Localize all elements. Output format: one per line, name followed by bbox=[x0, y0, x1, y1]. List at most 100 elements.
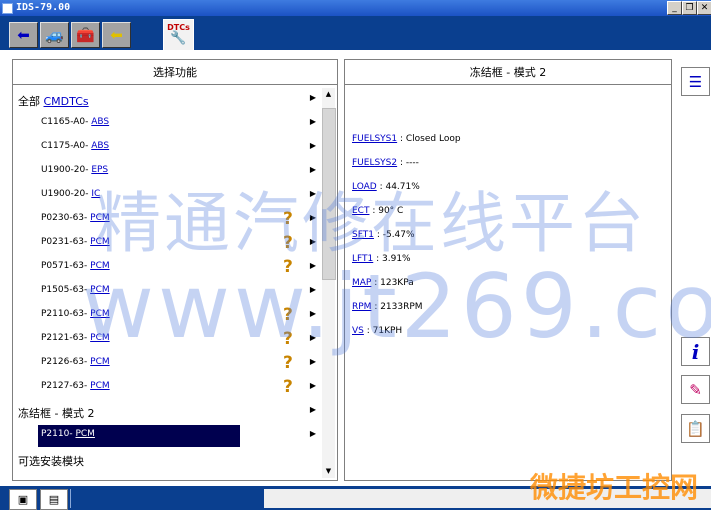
pid-name[interactable]: RPM bbox=[352, 302, 371, 312]
dtc-row[interactable]: P0230-63- PCM? ▶ bbox=[13, 208, 321, 232]
scroll-up-button[interactable]: ▲ bbox=[322, 88, 335, 101]
pid-name[interactable]: FUELSYS2 bbox=[352, 158, 397, 168]
category-row[interactable]: 冻结框 - 模式 2 ▶ bbox=[13, 400, 321, 424]
title-bar: IDS-79.00 _ ❐ ✕ bbox=[0, 0, 711, 16]
dtc-code: P2126-63- bbox=[41, 357, 91, 367]
document-button[interactable]: ▤ bbox=[40, 489, 68, 510]
row-label: 冻结框 - 模式 2 bbox=[18, 405, 94, 421]
dtc-code: C1165-A0- bbox=[41, 117, 92, 127]
module-link[interactable]: CMDTCs bbox=[44, 95, 89, 108]
module-link[interactable]: PCM bbox=[90, 213, 109, 223]
vehicle-icon: 🚙 bbox=[45, 26, 64, 44]
list-scrollbar[interactable]: ▲ ▼ bbox=[322, 88, 336, 478]
freeze-frame-panel: 冻结框 - 模式 2 FUELSYS1 : Closed Loop FUELSYS… bbox=[344, 59, 672, 481]
module-link[interactable]: PCM bbox=[90, 237, 109, 247]
category-row[interactable]: 全部 CMDTCs ▶ bbox=[13, 88, 321, 112]
module-link[interactable]: PCM bbox=[75, 429, 94, 439]
pid-name[interactable]: FUELSYS1 bbox=[352, 134, 397, 144]
dtc-row[interactable]: P0571-63- PCM? ▶ bbox=[13, 256, 321, 280]
info-icon: i bbox=[691, 339, 700, 364]
module-link[interactable]: EPS bbox=[91, 165, 108, 175]
expand-arrow-icon[interactable]: ▶ bbox=[310, 117, 316, 126]
toolbar: ⬅ 🚙 🧰 ⬅ DTCs 🔧 bbox=[0, 16, 711, 50]
expand-arrow-icon[interactable]: ▶ bbox=[310, 93, 316, 102]
restore-button[interactable]: ❐ bbox=[682, 1, 697, 15]
close-button[interactable]: ✕ bbox=[697, 1, 711, 15]
expand-arrow-icon[interactable]: ▶ bbox=[310, 237, 316, 246]
expand-arrow-icon[interactable]: ▶ bbox=[310, 333, 316, 342]
category-row[interactable]: 可选安装模块 bbox=[13, 448, 321, 472]
dtc-row[interactable]: P2127-63- PCM? ▶ bbox=[13, 376, 321, 400]
question-icon: ? bbox=[283, 329, 293, 349]
scroll-down-button[interactable]: ▼ bbox=[322, 465, 335, 478]
expand-arrow-icon[interactable]: ▶ bbox=[310, 405, 316, 414]
vehicle-info-button[interactable]: ▣ bbox=[9, 489, 37, 510]
expand-arrow-icon[interactable]: ▶ bbox=[310, 189, 316, 198]
expand-arrow-icon[interactable]: ▶ bbox=[310, 213, 316, 222]
pid-name[interactable]: MAP bbox=[352, 278, 371, 288]
dtc-row[interactable]: C1165-A0- ABS ▶ bbox=[13, 112, 321, 136]
toolbox-button[interactable]: 🧰 bbox=[71, 22, 100, 48]
row-label: P2121-63- PCM bbox=[41, 333, 110, 343]
expand-arrow-icon[interactable]: ▶ bbox=[310, 285, 316, 294]
dtc-row[interactable]: P2121-63- PCM? ▶ bbox=[13, 328, 321, 352]
arrow-icon: ⬅ bbox=[110, 26, 123, 44]
pid-name[interactable]: LOAD bbox=[352, 182, 377, 192]
tools-arrow-button[interactable]: ⬅ bbox=[102, 22, 131, 48]
app-icon[interactable] bbox=[2, 3, 13, 14]
row-label: P2110-63- PCM bbox=[41, 309, 110, 319]
dtc-code: 全部 bbox=[18, 95, 44, 108]
info-button[interactable]: i bbox=[681, 337, 710, 366]
row-label: P0231-63- PCM bbox=[41, 237, 110, 247]
dtc-row[interactable]: P2110- PCM ▶ bbox=[13, 424, 321, 448]
tab-dtcs[interactable]: DTCs 🔧 bbox=[163, 19, 194, 50]
function-panel-title: 选择功能 bbox=[13, 60, 337, 85]
dtc-row[interactable]: P1505-63- PCM ▶ bbox=[13, 280, 321, 304]
dtc-code: C1175-A0- bbox=[41, 141, 92, 151]
pid-value: : 123KPa bbox=[371, 278, 414, 288]
expand-arrow-icon[interactable]: ▶ bbox=[310, 357, 316, 366]
minimize-button[interactable]: _ bbox=[667, 1, 682, 15]
window-title: IDS-79.00 bbox=[16, 2, 71, 13]
dtc-row[interactable]: P0231-63- PCM? ▶ bbox=[13, 232, 321, 256]
module-link[interactable]: PCM bbox=[90, 381, 109, 391]
main-area: 选择功能 全部 CMDTCs ▶ C1165-A0- ABS ▶ C1175-A0- A… bbox=[0, 50, 711, 486]
pid-row: FUELSYS2 : ---- bbox=[352, 158, 461, 182]
list-button[interactable]: ☰ bbox=[681, 67, 710, 96]
expand-arrow-icon[interactable]: ▶ bbox=[310, 165, 316, 174]
pid-name[interactable]: VS bbox=[352, 326, 364, 336]
module-link[interactable]: PCM bbox=[90, 285, 109, 295]
expand-arrow-icon[interactable]: ▶ bbox=[310, 381, 316, 390]
expand-arrow-icon[interactable]: ▶ bbox=[310, 309, 316, 318]
expand-arrow-icon[interactable]: ▶ bbox=[310, 429, 316, 438]
dtc-row[interactable]: P2126-63- PCM? ▶ bbox=[13, 352, 321, 376]
module-link[interactable]: ABS bbox=[91, 141, 109, 151]
scroll-thumb[interactable] bbox=[322, 108, 336, 280]
pid-row: FUELSYS1 : Closed Loop bbox=[352, 134, 461, 158]
freeze-frame-pid-list: FUELSYS1 : Closed Loop FUELSYS2 : ---- LOA… bbox=[352, 134, 461, 350]
pid-name[interactable]: SFT1 bbox=[352, 230, 374, 240]
dtc-row[interactable]: P2110-63- PCM? ▶ bbox=[13, 304, 321, 328]
erase-button[interactable]: ✎ bbox=[681, 375, 710, 404]
expand-arrow-icon[interactable]: ▶ bbox=[310, 141, 316, 150]
back-button[interactable]: ⬅ bbox=[9, 22, 38, 48]
module-link[interactable]: PCM bbox=[90, 261, 109, 271]
module-link[interactable]: IC bbox=[91, 189, 100, 199]
pid-value: : 2133RPM bbox=[371, 302, 423, 312]
module-link[interactable]: PCM bbox=[90, 333, 109, 343]
pid-name[interactable]: LFT1 bbox=[352, 254, 373, 264]
vehicle-button[interactable]: 🚙 bbox=[40, 22, 69, 48]
module-link[interactable]: PCM bbox=[90, 357, 109, 367]
row-label: P2110- PCM bbox=[41, 429, 95, 439]
expand-arrow-icon[interactable]: ▶ bbox=[310, 261, 316, 270]
dtc-row[interactable]: C1175-A0- ABS ▶ bbox=[13, 136, 321, 160]
freeze-frame-title: 冻结框 - 模式 2 bbox=[345, 60, 671, 85]
pid-row: LFT1 : 3.91% bbox=[352, 254, 461, 278]
module-link[interactable]: PCM bbox=[90, 309, 109, 319]
pid-name[interactable]: ECT bbox=[352, 206, 369, 216]
clipboard-button[interactable]: 📋 bbox=[681, 414, 710, 443]
question-icon: ? bbox=[283, 377, 293, 397]
module-link[interactable]: ABS bbox=[91, 117, 109, 127]
dtc-row[interactable]: U1900-20- IC ▶ bbox=[13, 184, 321, 208]
dtc-row[interactable]: U1900-20- EPS ▶ bbox=[13, 160, 321, 184]
